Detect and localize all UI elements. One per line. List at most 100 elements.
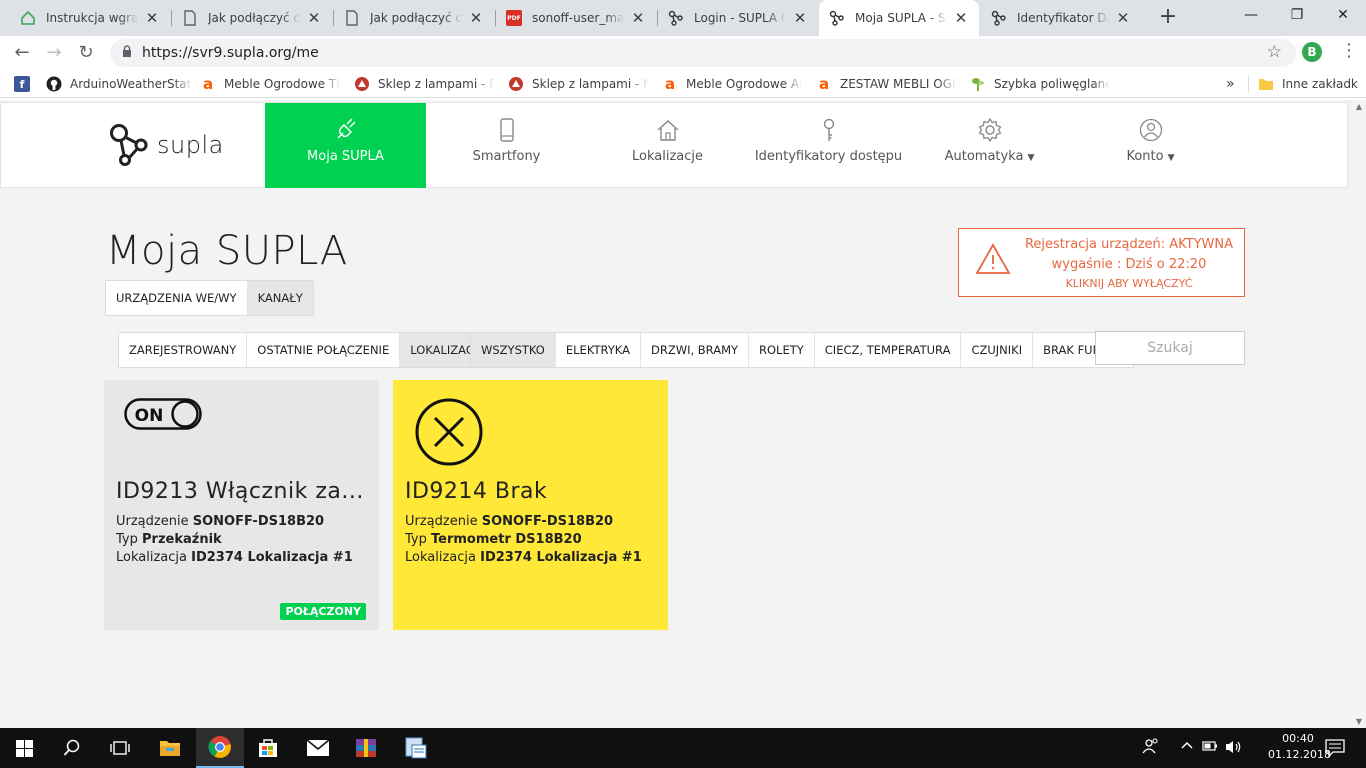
channel-card[interactable]: ON ID9213 Włącznik za... Urządzenie SONO… [104,380,379,630]
taskbar-clock[interactable]: 00:40 01.12.2018 [1268,731,1331,763]
nav-locations[interactable]: Lokalizacje [587,103,748,188]
lock-icon [122,45,132,60]
browser-tab[interactable]: PDF sonoff-user_manu ✕ [496,2,656,34]
browser-tab[interactable]: Jak podłączyć czuj ✕ [172,2,332,34]
filter-roller-shutters[interactable]: ROLETY [749,333,815,367]
close-tab-icon[interactable]: ✕ [468,9,484,27]
people-icon[interactable] [1142,737,1160,759]
reload-button[interactable]: ↻ [72,40,100,68]
bookmark-item[interactable]: ArduinoWeatherStati [46,74,192,94]
filter-liquid-temperature[interactable]: CIECZ, TEMPERATURA [815,333,962,367]
gear-icon [978,117,1001,143]
close-tab-icon[interactable]: ✕ [953,9,969,27]
browser-tab[interactable]: Login - SUPLA Clo ✕ [658,2,818,34]
brand-name: supla [157,131,224,159]
supla-logo-icon [110,124,148,166]
bookmark-facebook[interactable]: f [14,74,34,94]
start-button[interactable] [0,728,48,768]
taskbar-winrar[interactable] [342,728,390,768]
tab-channels[interactable]: KANAŁY [247,281,313,315]
tab-title: sonoff-user_manu [532,11,624,25]
browser-menu-icon[interactable]: ⋮ [1340,40,1358,64]
smartphone-icon [499,118,514,142]
minimize-button[interactable]: — [1228,0,1274,32]
task-view-button[interactable] [96,728,144,768]
disable-registration-link[interactable]: KLIKNIJ ABY WYŁĄCZYĆ [1017,277,1241,290]
page-title: Moja SUPLA [106,228,348,274]
profile-avatar[interactable]: B [1302,42,1322,62]
forward-button[interactable]: → [40,40,68,68]
warning-icon [975,243,1011,274]
browser-tab[interactable]: Identyfikator Dost ✕ [981,2,1141,34]
back-button[interactable]: ← [8,40,36,68]
bookmark-item[interactable]: Sklep z lampami - RE [354,74,494,94]
taskbar-app[interactable] [392,728,440,768]
bookmark-item[interactable]: Sklep z lampami - M [508,74,648,94]
bookmark-item[interactable]: a ZESTAW MEBLI OGRO [816,74,956,94]
sort-last-connection[interactable]: OSTATNIE POŁĄCZENIE [247,333,401,367]
bookmark-item[interactable]: Szybka poliwęglanow [970,74,1110,94]
lamp-shop-icon [354,76,370,92]
plug-icon [336,118,356,139]
nav-automation-dropdown[interactable]: Automatyka ▼ [909,103,1070,188]
notification-center-icon[interactable] [1325,739,1345,761]
home-icon [657,120,678,141]
taskbar-file-explorer[interactable] [146,728,194,768]
scroll-down-icon[interactable]: ▼ [1356,717,1362,726]
nav-account-dropdown[interactable]: Konto ▼ [1070,103,1231,188]
scroll-up-icon[interactable]: ▲ [1356,102,1362,111]
address-bar[interactable]: https://svr9.supla.org/me ☆ [110,39,1296,67]
close-tab-icon[interactable]: ✕ [1115,9,1131,27]
registration-warning[interactable]: Rejestracja urządzeń: AKTYWNA wygaśnie :… [958,228,1245,297]
chevron-down-icon: ▼ [1167,153,1175,163]
pdf-icon: PDF [506,10,522,26]
taskbar-search[interactable] [48,728,96,768]
restore-button[interactable]: ❐ [1274,0,1320,32]
nav-access-ids[interactable]: Identyfikatory dostępu [748,103,909,188]
taskbar-chrome[interactable] [196,728,244,768]
close-tab-icon[interactable]: ✕ [792,9,808,27]
taskbar-mail[interactable] [294,728,342,768]
browser-tab-active[interactable]: Moja SUPLA - SUP ✕ [819,0,979,36]
close-window-button[interactable]: ✕ [1320,0,1366,32]
bookmark-item[interactable]: a Meble Ogrodowe TE [200,74,340,94]
close-tab-icon[interactable]: ✕ [144,9,160,27]
channel-card[interactable]: ID9214 Brak Urządzenie SONOFF-DS18B20 Ty… [393,380,668,630]
filter-sensors[interactable]: CZUJNIKI [961,333,1034,367]
show-hidden-icons-chevron-up-icon[interactable] [1180,738,1194,756]
sort-registered[interactable]: ZAREJESTROWANY [119,333,248,367]
tab-io-devices[interactable]: URZĄDZENIA WE/WY [106,281,248,315]
channel-type-row: Typ Przekaźnik [116,532,222,547]
sort-switcher: ZAREJESTROWANY OSTATNIE POŁĄCZENIE LOKAL… [118,332,496,368]
tab-title: Login - SUPLA Clo [694,11,786,25]
channel-device-row: Urządzenie SONOFF-DS18B20 [116,514,325,529]
bookmark-star-icon[interactable]: ☆ [1267,42,1282,62]
taskbar-store[interactable] [244,728,292,768]
page-icon [344,10,360,26]
browser-tab[interactable]: Instrukcja wgrania ✕ [10,2,170,34]
filter-all[interactable]: WSZYSTKO [471,333,556,367]
github-icon [46,76,62,92]
filter-doors-gates[interactable]: DRZWI, BRAMY [641,333,750,367]
battery-icon[interactable] [1202,740,1218,756]
windows-start-icon [15,739,33,757]
supla-logo[interactable]: supla [109,123,224,167]
new-tab-button[interactable]: + [1154,4,1182,32]
tab-strip: Instrukcja wgrania ✕ Jak podłączyć czuj … [0,0,1366,36]
app-icon [405,737,427,759]
volume-icon[interactable] [1224,739,1242,759]
search-input[interactable] [1096,332,1244,364]
nav-smartphones[interactable]: Smartfony [426,103,587,188]
toolbar: ← → ↻ https://svr9.supla.org/me ☆ [0,36,1366,70]
browser-tab[interactable]: Jak podłączyć czuj ✕ [334,2,494,34]
filter-electrical[interactable]: ELEKTRYKA [556,333,641,367]
channel-location-row: Lokalizacja ID2374 Lokalizacja #1 [116,550,353,565]
channel-title: ID9214 Brak [405,479,548,504]
more-bookmarks-button[interactable]: » [1226,74,1240,94]
close-tab-icon[interactable]: ✕ [306,9,322,27]
other-bookmarks-folder[interactable]: Inne zakładki [1258,74,1358,94]
nav-my-supla[interactable]: Moja SUPLA [265,103,426,188]
close-tab-icon[interactable]: ✕ [630,9,646,27]
user-icon [1139,118,1162,142]
bookmark-item[interactable]: a Meble Ogrodowe Alu [662,74,802,94]
